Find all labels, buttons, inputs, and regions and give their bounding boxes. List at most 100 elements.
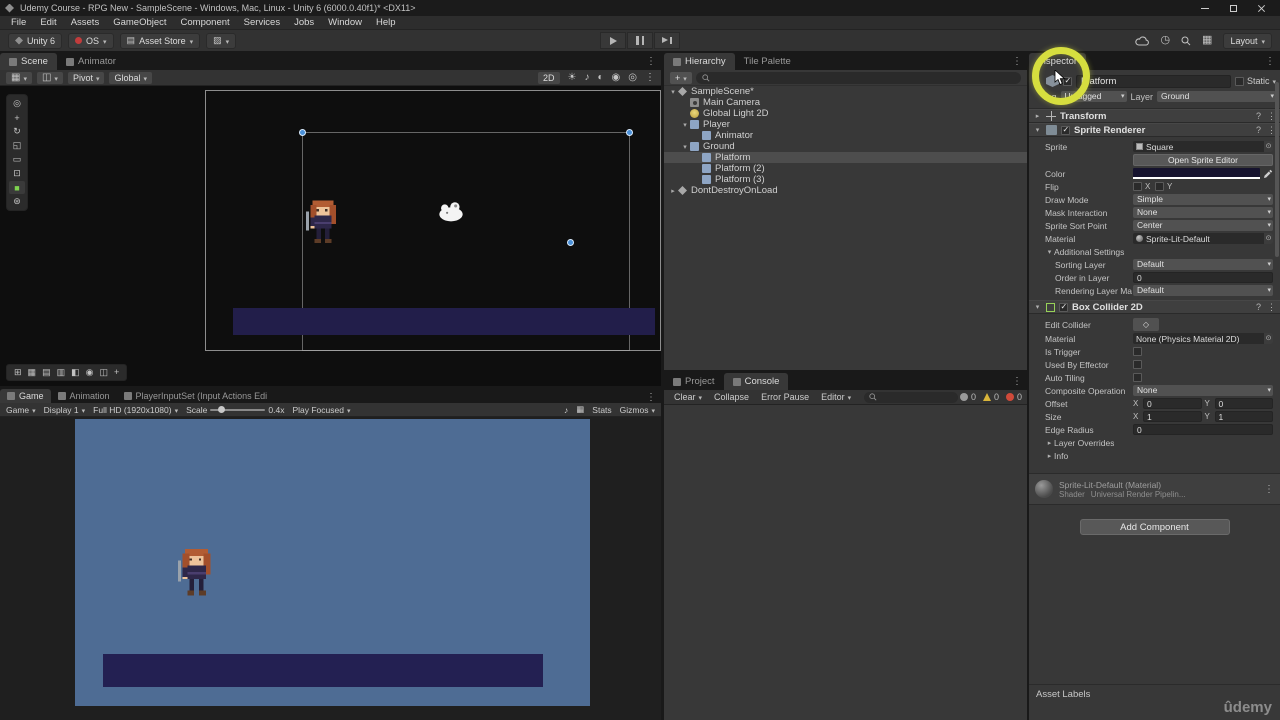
open-sprite-editor-button[interactable]: Open Sprite Editor: [1133, 154, 1273, 166]
panel-menu-icon[interactable]: ⋮: [646, 392, 656, 403]
hierarchy-item-main-camera[interactable]: Main Camera: [664, 97, 1027, 108]
overlay-add-icon[interactable]: +: [114, 367, 119, 378]
stats-button[interactable]: Stats: [592, 405, 611, 415]
2d-mode-toggle[interactable]: 2D: [538, 71, 560, 84]
resolution-dropdown[interactable]: Full HD (1920x1080): [93, 405, 178, 415]
tab-inspector[interactable]: Inspector: [1029, 53, 1087, 70]
size-x-field[interactable]: 1: [1143, 411, 1202, 422]
play-focused-dropdown[interactable]: Play Focused: [292, 405, 350, 415]
rect-handle[interactable]: [567, 239, 574, 246]
overlay-split-icon[interactable]: ◧: [71, 367, 80, 378]
hierarchy-item-global-light-2d[interactable]: Global Light 2D: [664, 108, 1027, 119]
scene-camera-icon[interactable]: ◉: [612, 72, 621, 83]
menu-services[interactable]: Services: [237, 17, 287, 28]
hierarchy-item-platform-3[interactable]: Platform (3): [664, 174, 1027, 185]
minimize-button[interactable]: [1191, 0, 1219, 16]
display-dropdown[interactable]: Display 1: [44, 405, 85, 415]
scale-tool-button[interactable]: ◱: [9, 139, 25, 152]
edit-collider-button[interactable]: ◇: [1133, 318, 1159, 331]
error-count-badge[interactable]: 0: [1005, 392, 1022, 402]
menu-gameobject[interactable]: GameObject: [106, 17, 173, 28]
effects-icon[interactable]: ◐: [597, 72, 603, 83]
overlay-tilemap-icon[interactable]: ▦: [28, 367, 37, 378]
player-character-sprite[interactable]: [306, 199, 340, 249]
pivot-dropdown[interactable]: Pivot: [67, 71, 105, 84]
sprite-renderer-component-header[interactable]: ▾ Sprite Renderer ? ⋮: [1029, 123, 1280, 137]
physics-material-field[interactable]: None (Physics Material 2D): [1133, 333, 1273, 344]
hierarchy-item-platform[interactable]: Platform: [664, 152, 1027, 163]
hierarchy-item-platform-2[interactable]: Platform (2): [664, 163, 1027, 174]
foldout-arrow-icon[interactable]: ▾: [1033, 303, 1042, 311]
overlay-focus-icon[interactable]: ◉: [86, 367, 94, 378]
transform-tool-button[interactable]: ⊡: [9, 167, 25, 180]
move-tool-button[interactable]: +: [9, 111, 25, 124]
static-toggle[interactable]: Static: [1234, 76, 1276, 86]
tag-dropdown[interactable]: Untagged: [1060, 91, 1127, 102]
tab-animator[interactable]: Animator: [57, 53, 125, 70]
hierarchy-item-ground[interactable]: ▾ Ground: [664, 141, 1027, 152]
scene-menu-icon[interactable]: ⋮: [645, 72, 655, 83]
tab-game[interactable]: Game: [0, 389, 51, 403]
unity-version-button[interactable]: Unity 6: [8, 32, 63, 49]
editor-dropdown[interactable]: Editor: [816, 392, 856, 402]
color-swatch[interactable]: [1133, 168, 1260, 179]
layer-dropdown[interactable]: Ground: [1157, 91, 1276, 102]
overlay-window-icon[interactable]: ◫: [99, 367, 108, 378]
tab-console[interactable]: Console: [723, 373, 789, 390]
overlay-layers-icon[interactable]: ▤: [42, 367, 51, 378]
inspector-scrollbar[interactable]: [1275, 82, 1279, 257]
foldout-arrow-icon[interactable]: ▸: [1033, 112, 1042, 120]
os-version-control-button[interactable]: OS: [68, 32, 114, 49]
expand-arrow-icon[interactable]: ▾: [668, 88, 678, 96]
custom-tool-button[interactable]: ⊛: [9, 195, 25, 208]
history-icon[interactable]: ◷: [1160, 35, 1170, 46]
offset-y-field[interactable]: 0: [1214, 398, 1273, 409]
step-button[interactable]: [654, 32, 680, 49]
tab-player-input-set[interactable]: PlayerInputSet (Input Actions Edi: [117, 389, 275, 403]
used-by-effector-checkbox[interactable]: [1133, 360, 1142, 369]
tilemap-tool-button[interactable]: ■: [9, 181, 25, 194]
maximize-button[interactable]: [1219, 0, 1247, 16]
component-menu-icon[interactable]: ⋮: [1264, 484, 1274, 495]
rect-tool-button[interactable]: ▭: [9, 153, 25, 166]
hierarchy-search-input[interactable]: [695, 71, 1021, 84]
hierarchy-item-sample-scene[interactable]: ▾ SampleScene*: [664, 86, 1027, 97]
sprite-object-field[interactable]: Square: [1133, 141, 1273, 152]
flip-x-checkbox[interactable]: [1133, 182, 1142, 191]
hierarchy-item-player[interactable]: ▾ Player: [664, 119, 1027, 130]
hierarchy-item-dont-destroy-on-load[interactable]: ▸ DontDestroyOnLoad: [664, 185, 1027, 196]
foldout-arrow-icon[interactable]: ▾: [1033, 126, 1042, 134]
clear-button[interactable]: Clear: [669, 392, 707, 402]
platform-sprite[interactable]: [233, 308, 655, 335]
draw-mode-dropdown[interactable]: Simple: [1133, 194, 1273, 205]
size-y-field[interactable]: 1: [1214, 411, 1273, 422]
eyedropper-icon[interactable]: [1263, 169, 1273, 179]
help-icon[interactable]: ?: [1256, 302, 1261, 312]
add-gameobject-button[interactable]: +: [670, 71, 692, 84]
panel-menu-icon[interactable]: ⋮: [1265, 56, 1275, 67]
tab-animation[interactable]: Animation: [51, 389, 117, 403]
overlay-rows-icon[interactable]: ▥: [57, 367, 66, 378]
rect-handle[interactable]: [626, 129, 633, 136]
offset-x-field[interactable]: 0: [1143, 398, 1202, 409]
panel-menu-icon[interactable]: ⋮: [646, 56, 656, 67]
console-search-input[interactable]: [864, 391, 958, 403]
menu-file[interactable]: File: [4, 17, 33, 28]
hierarchy-item-animator[interactable]: Animator: [664, 130, 1027, 141]
tool-handle-dropdown[interactable]: ▦: [6, 71, 32, 84]
material-preview-header[interactable]: Sprite-Lit-Default (Material) Shader Uni…: [1029, 473, 1280, 505]
expand-arrow-icon[interactable]: ▾: [680, 143, 690, 151]
info-count-badge[interactable]: 0: [959, 392, 976, 402]
asset-store-button[interactable]: ▤ Asset Store: [119, 32, 201, 49]
panel-menu-icon[interactable]: ⋮: [1012, 56, 1022, 67]
tab-hierarchy[interactable]: Hierarchy: [664, 53, 735, 70]
add-component-button[interactable]: Add Component: [1079, 519, 1230, 535]
flip-y-checkbox[interactable]: [1155, 182, 1164, 191]
rendering-layer-dropdown[interactable]: Default: [1133, 285, 1273, 296]
composite-operation-dropdown[interactable]: None: [1133, 385, 1273, 396]
search-icon[interactable]: [1181, 36, 1191, 46]
paint-tool-button[interactable]: ▨: [206, 32, 237, 49]
box-collider-component-header[interactable]: ▾ Box Collider 2D ? ⋮: [1029, 300, 1280, 314]
mask-interaction-dropdown[interactable]: None: [1133, 207, 1273, 218]
panel-menu-icon[interactable]: ⋮: [1012, 376, 1022, 387]
